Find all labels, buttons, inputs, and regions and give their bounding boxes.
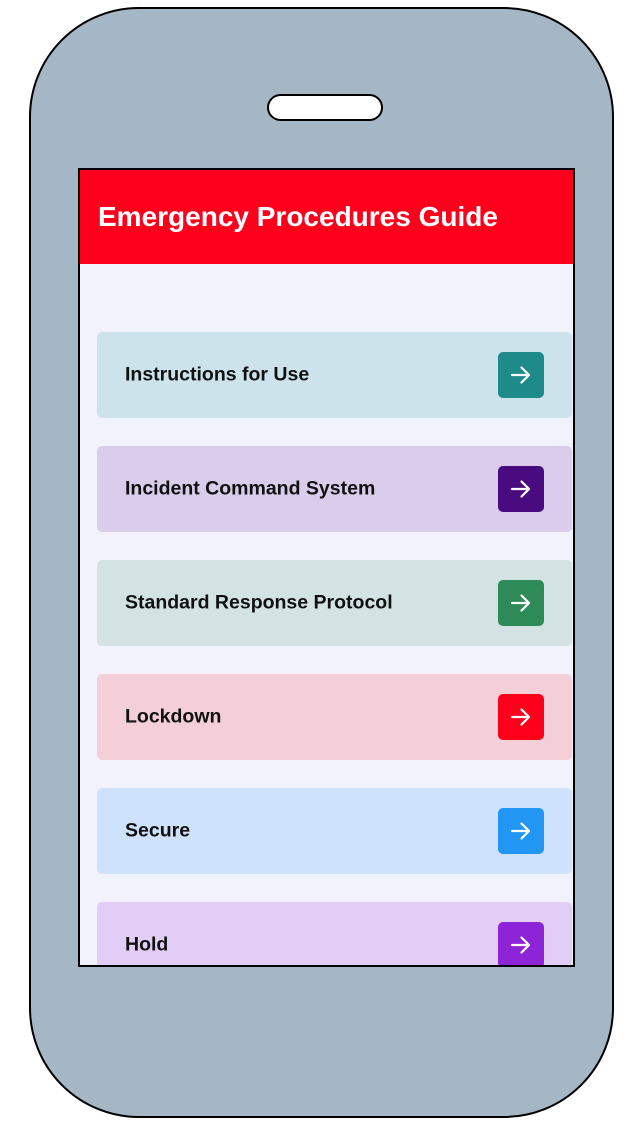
arrow-right-icon <box>510 480 531 498</box>
menu-item-label: Lockdown <box>125 705 222 728</box>
arrow-right-icon <box>510 822 531 840</box>
arrow-right-button[interactable] <box>498 580 544 626</box>
arrow-right-button[interactable] <box>498 922 544 965</box>
menu-item-lockdown[interactable]: Lockdown <box>97 674 572 760</box>
menu-item-label: Secure <box>125 819 191 842</box>
arrow-right-button[interactable] <box>498 352 544 398</box>
arrow-right-icon <box>510 594 531 612</box>
app-screen: Emergency Procedures Guide Instructions … <box>78 168 575 967</box>
phone-speaker <box>267 94 383 121</box>
page-title: Emergency Procedures Guide <box>98 201 498 232</box>
phone-frame: Emergency Procedures Guide Instructions … <box>29 7 614 1118</box>
menu-item-incident-command-system[interactable]: Incident Command System <box>97 446 572 532</box>
menu-item-hold[interactable]: Hold <box>97 902 572 965</box>
menu-item-instructions-for-use[interactable]: Instructions for Use <box>97 332 572 418</box>
arrow-right-button[interactable] <box>498 808 544 854</box>
menu-item-standard-response-protocol[interactable]: Standard Response Protocol <box>97 560 572 646</box>
menu-item-secure[interactable]: Secure <box>97 788 572 874</box>
menu-list: Instructions for Use Incident Command Sy… <box>97 332 572 965</box>
menu-item-label: Standard Response Protocol <box>125 591 393 614</box>
arrow-right-button[interactable] <box>498 694 544 740</box>
menu-item-label: Instructions for Use <box>125 363 310 386</box>
arrow-right-icon <box>510 708 531 726</box>
arrow-right-icon <box>510 366 531 384</box>
app-header: Emergency Procedures Guide <box>80 170 573 264</box>
arrow-right-button[interactable] <box>498 466 544 512</box>
arrow-right-icon <box>510 936 531 954</box>
menu-item-label: Hold <box>125 933 169 956</box>
menu-item-label: Incident Command System <box>125 477 376 500</box>
